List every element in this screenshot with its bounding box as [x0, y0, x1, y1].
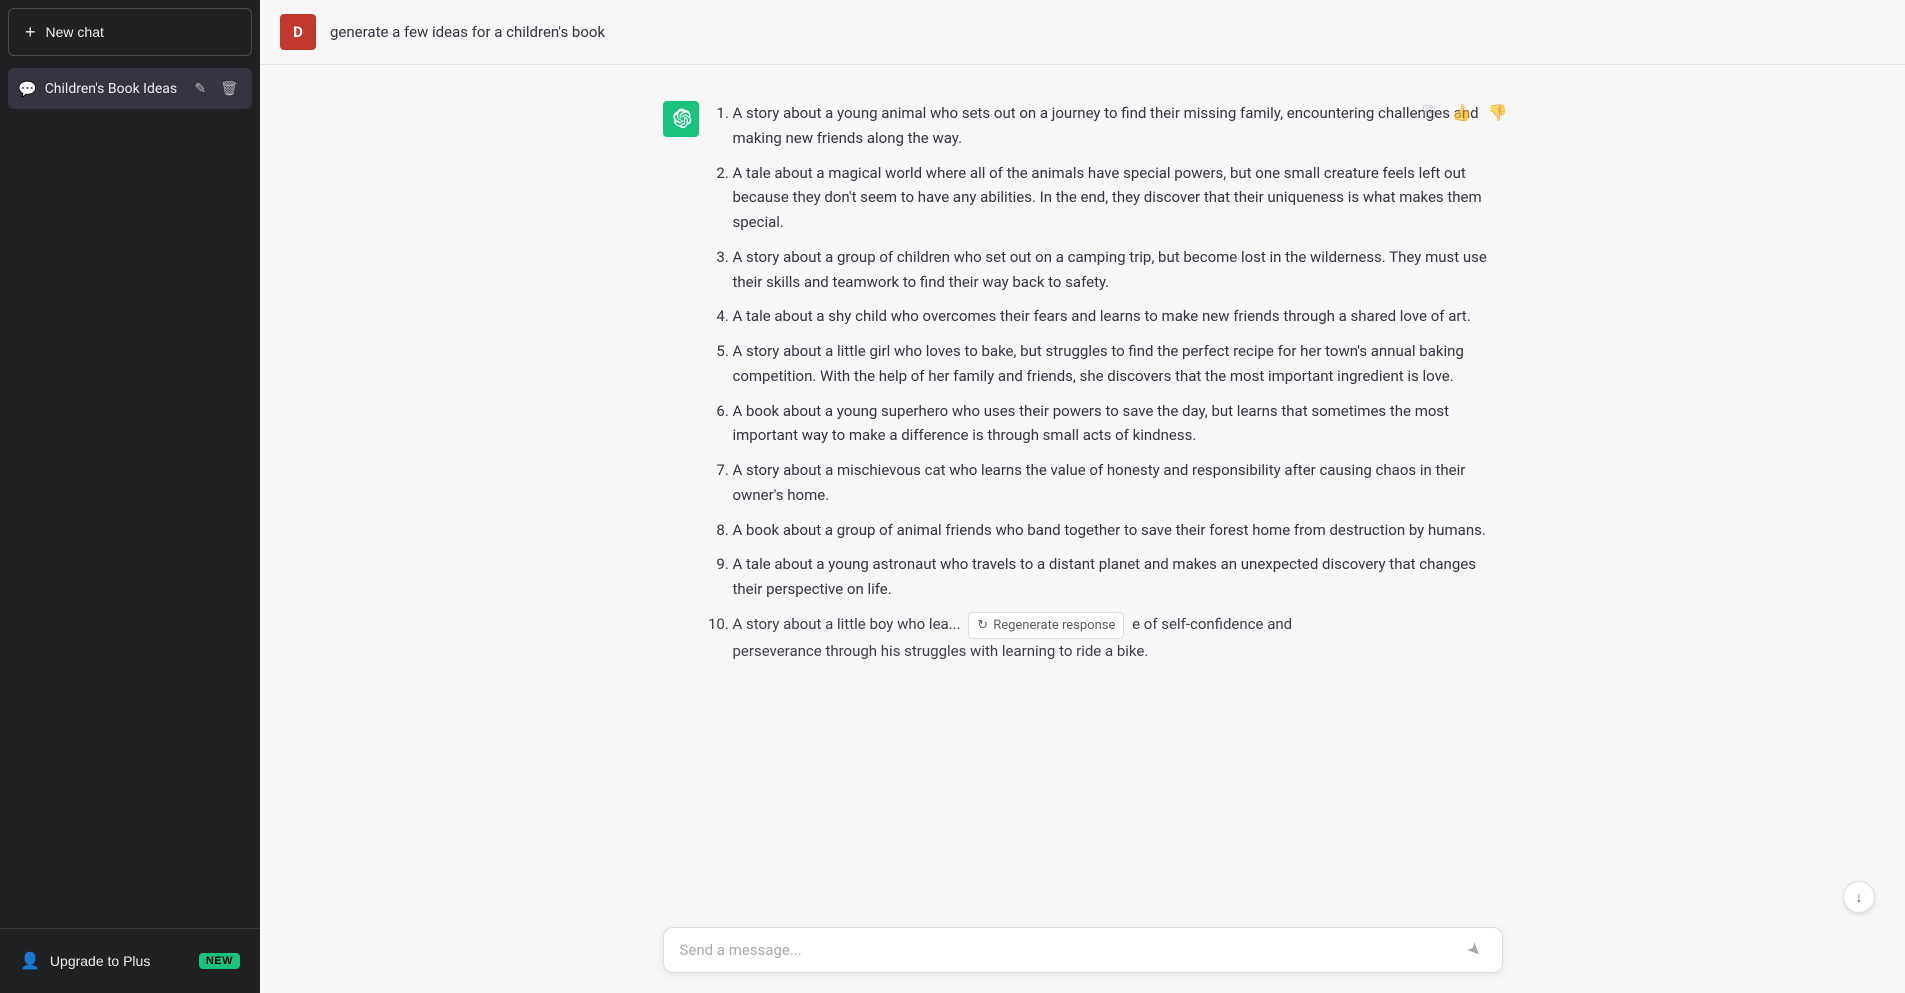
user-message-text: generate a few ideas for a children's bo… — [330, 23, 605, 41]
new-chat-label: New chat — [46, 24, 104, 40]
list-item: A tale about a magical world where all o… — [733, 161, 1503, 235]
list-item: A story about a mischievous cat who lear… — [733, 458, 1503, 508]
edit-chat-button[interactable]: ✎ — [190, 78, 210, 99]
item-10-regenerate-inline: ↻ Regenerate response — [968, 612, 1124, 639]
sidebar: + New chat 💬 Children's Book Ideas ✎ 🗑 👤… — [0, 0, 260, 993]
chat-item-actions: ✎ 🗑 — [190, 78, 242, 99]
scroll-bottom-button[interactable]: ↓ — [1843, 881, 1875, 913]
upgrade-label: Upgrade to Plus — [50, 953, 150, 969]
list-item: A story about a little girl who loves to… — [733, 339, 1503, 389]
user-avatar: D — [280, 14, 316, 50]
message-input[interactable] — [680, 941, 1464, 959]
ai-response-content: A story about a young animal who sets ou… — [713, 101, 1503, 674]
thumbs-down-button[interactable]: 👎 — [1483, 99, 1513, 127]
new-chat-button[interactable]: + New chat — [8, 8, 252, 56]
send-icon: ➤ — [1462, 938, 1486, 962]
plus-icon: + — [25, 23, 36, 41]
item-10-last-line: perseverance through his struggles with … — [733, 642, 1149, 660]
list-item: A tale about a young astronaut who trave… — [733, 552, 1503, 602]
thumbup-icon: 👍 — [1452, 105, 1472, 122]
upgrade-to-plus-button[interactable]: 👤 Upgrade to Plus NEW — [8, 941, 252, 981]
new-badge: NEW — [199, 953, 240, 969]
list-item: A book about a group of animal friends w… — [733, 518, 1503, 543]
list-item: A story about a group of children who se… — [733, 245, 1503, 295]
ai-response-actions: ⎘ 👍 👎 — [1418, 99, 1513, 127]
list-item: A story about a young animal who sets ou… — [733, 101, 1503, 151]
user-icon: 👤 — [20, 951, 40, 971]
list-item: A tale about a shy child who overcomes t… — [733, 304, 1503, 329]
sidebar-bottom: 👤 Upgrade to Plus NEW — [0, 928, 260, 993]
scroll-down-icon: ↓ — [1856, 889, 1863, 906]
chat-item-left: 💬 Children's Book Ideas — [18, 80, 190, 98]
chat-item-label: Children's Book Ideas — [45, 81, 177, 97]
response-list: A story about a young animal who sets ou… — [713, 101, 1503, 664]
copy-button[interactable]: ⎘ — [1418, 99, 1441, 127]
ai-response-block: A story about a young animal who sets ou… — [633, 85, 1533, 690]
thumbs-up-button[interactable]: 👍 — [1447, 99, 1477, 127]
input-box: ➤ — [663, 927, 1503, 973]
item-10-partial-text: A story about a little boy who lea... — [733, 615, 961, 633]
list-item: A story about a little boy who lea... ↻ … — [733, 612, 1503, 664]
input-area: ➤ — [260, 915, 1905, 993]
item-10-rest-text: e of self-confidence and — [1132, 615, 1292, 633]
chat-bubble-icon: 💬 — [18, 80, 37, 98]
chat-history: 💬 Children's Book Ideas ✎ 🗑 — [0, 64, 260, 928]
list-item: A book about a young superhero who uses … — [733, 399, 1503, 449]
user-message-bar: D generate a few ideas for a children's … — [260, 0, 1905, 65]
copy-icon: ⎘ — [1423, 104, 1436, 121]
delete-chat-button[interactable]: 🗑 — [216, 78, 242, 99]
thumbdown-icon: 👎 — [1488, 105, 1508, 122]
ai-avatar — [663, 101, 699, 137]
openai-icon — [670, 108, 692, 130]
send-button[interactable]: ➤ — [1463, 940, 1485, 960]
response-area: A story about a young animal who sets ou… — [260, 65, 1905, 993]
main-content: D generate a few ideas for a children's … — [260, 0, 1905, 993]
chat-item-childrens-book-ideas[interactable]: 💬 Children's Book Ideas ✎ 🗑 — [8, 68, 252, 109]
